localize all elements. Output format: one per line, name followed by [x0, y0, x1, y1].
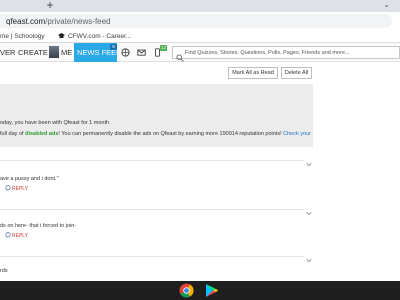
check-your-link[interactable]: Check your	[283, 131, 311, 137]
feed-item-text: rds	[0, 268, 8, 274]
chrome-icon[interactable]	[179, 283, 194, 298]
omnibox[interactable]: qfeast.com/private/news-feed	[0, 14, 392, 28]
chevron-down-icon[interactable]	[306, 258, 312, 263]
reply-label: REPLY	[12, 186, 29, 192]
screen: + ⌄ qfeast.com/private/news-feed me | Sc…	[0, 0, 400, 300]
feed-item-text: ave a pussy and i dont."	[0, 176, 59, 182]
search-input[interactable]	[185, 48, 399, 58]
notification-badge: 12	[160, 45, 167, 51]
membership-notice: oday, you have been with Qfeast for 1 mo…	[0, 120, 110, 126]
bookmark-cfwv[interactable]: CFWV.com - Career...	[58, 33, 131, 40]
bookmarks-bar: me | Schoology CFWV.com - Career...	[0, 30, 400, 43]
feed-item-text: ds on here- that i forced to join-	[0, 223, 77, 229]
mail-icon[interactable]	[137, 48, 146, 57]
ads-bold: disabled ads	[25, 131, 59, 137]
globe-icon[interactable]	[121, 48, 130, 57]
news-feed-badge: 8	[110, 44, 117, 50]
nav-item-me[interactable]: ME	[61, 43, 72, 62]
site-navbar: VER CREATE ME NEWS FEED 8 12	[0, 43, 400, 62]
nav-item-create[interactable]: CREATE	[18, 43, 48, 62]
action-bar: Mark All as Read Delete All	[0, 62, 400, 82]
reply-label: REPLY	[12, 233, 29, 239]
chevron-down-icon[interactable]	[306, 211, 312, 216]
new-tab-button[interactable]: +	[44, 0, 56, 11]
ads-notice: full day of disabled ads! You can perman…	[0, 131, 311, 137]
url-path: /private/news-feed	[45, 17, 111, 26]
divider	[0, 160, 304, 161]
ads-middle: ! You can permanently disable the ads on…	[58, 131, 284, 137]
url-text[interactable]: qfeast.com/private/news-feed	[6, 17, 111, 26]
play-store-icon[interactable]	[204, 283, 219, 298]
url-host: qfeast.com	[6, 17, 46, 26]
delete-all-button[interactable]: Delete All	[281, 67, 312, 79]
search-icon	[176, 49, 184, 62]
tab-search-icon[interactable]: ⌄	[383, 0, 390, 9]
ads-prefix: full day of	[0, 131, 26, 137]
bookmark-label: CFWV.com - Career...	[68, 33, 132, 40]
search-box[interactable]	[172, 46, 400, 62]
mark-all-read-button[interactable]: Mark All as Read	[228, 67, 278, 79]
reply-icon	[5, 185, 11, 191]
reply-icon	[5, 232, 11, 238]
reply-button[interactable]: REPLY	[5, 232, 28, 239]
divider	[0, 256, 304, 257]
bookmark-label: me | Schoology	[0, 33, 45, 40]
graduation-cap-icon	[58, 33, 65, 39]
address-bar: qfeast.com/private/news-feed	[0, 12, 400, 30]
notice-panel: oday, you have been with Qfeast for 1 mo…	[0, 84, 313, 147]
browser-tab-strip: + ⌄	[0, 0, 400, 12]
chevron-down-icon[interactable]	[306, 162, 312, 167]
os-taskbar	[0, 281, 400, 300]
avatar[interactable]	[49, 46, 59, 58]
bookmark-schoology[interactable]: me | Schoology	[0, 33, 45, 40]
reply-button[interactable]: REPLY	[5, 185, 28, 192]
nav-item-discover[interactable]: VER	[0, 43, 15, 62]
divider	[0, 209, 304, 210]
